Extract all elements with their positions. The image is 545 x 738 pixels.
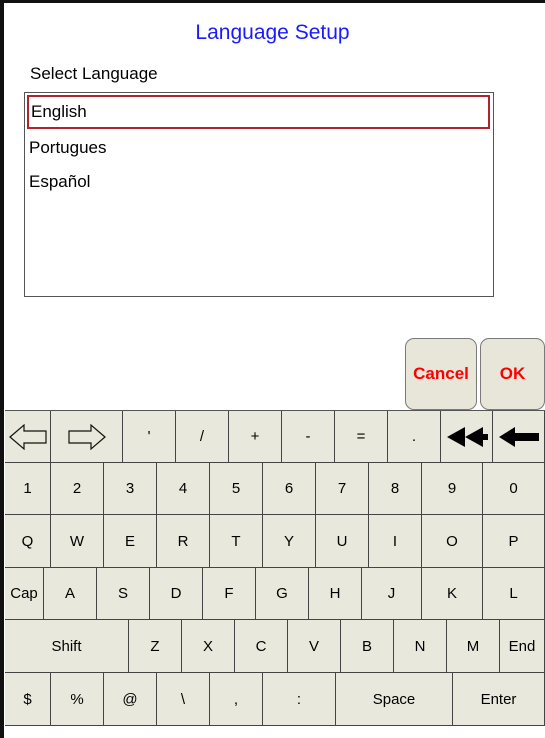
end-key[interactable]: End [500,620,545,673]
key-p[interactable]: P [483,515,545,568]
key-8[interactable]: 8 [369,463,422,515]
key-f[interactable]: F [203,568,256,620]
key-period[interactable]: . [388,411,441,463]
key-q[interactable]: Q [5,515,51,568]
key-minus[interactable]: - [282,411,335,463]
caps-lock-key[interactable]: Cap [5,568,44,620]
language-item-portugues[interactable]: Portugues [27,131,490,165]
key-0[interactable]: 0 [483,463,545,515]
key-slash[interactable]: / [176,411,229,463]
key-e[interactable]: E [104,515,157,568]
window-border-top [0,0,545,3]
key-h[interactable]: H [309,568,362,620]
key-colon[interactable]: : [263,673,336,726]
page-title: Language Setup [195,21,350,44]
key-a[interactable]: A [44,568,97,620]
outline-left-arrow-icon [8,423,47,450]
key-k[interactable]: K [422,568,483,620]
backspace-key[interactable] [493,411,545,463]
key-equals[interactable]: = [335,411,388,463]
key-b[interactable]: B [341,620,394,673]
key-c[interactable]: C [235,620,288,673]
cursor-right-key[interactable] [51,411,123,463]
key-9[interactable]: 9 [422,463,483,515]
key-t[interactable]: T [210,515,263,568]
language-list[interactable]: English Portugues Español [24,92,494,297]
key-4[interactable]: 4 [157,463,210,515]
key-j[interactable]: J [362,568,422,620]
key-x[interactable]: X [182,620,235,673]
key-dollar[interactable]: $ [5,673,51,726]
key-o[interactable]: O [422,515,483,568]
cursor-left-key[interactable] [5,411,51,463]
language-item-espanol[interactable]: Español [27,165,490,199]
key-3[interactable]: 3 [104,463,157,515]
key-2[interactable]: 2 [51,463,104,515]
window-border-left [0,0,4,738]
key-u[interactable]: U [316,515,369,568]
key-i[interactable]: I [369,515,422,568]
select-language-label: Select Language [30,64,158,83]
key-w[interactable]: W [51,515,104,568]
key-7[interactable]: 7 [316,463,369,515]
key-plus[interactable]: + [229,411,282,463]
key-apostrophe[interactable]: ' [123,411,176,463]
shift-key[interactable]: Shift [5,620,129,673]
cancel-button[interactable]: Cancel [405,338,477,410]
key-l[interactable]: L [483,568,545,620]
key-6[interactable]: 6 [263,463,316,515]
key-comma[interactable]: , [210,673,263,726]
ok-button[interactable]: OK [480,338,545,410]
double-left-arrow-icon [446,426,488,447]
key-n[interactable]: N [394,620,447,673]
key-y[interactable]: Y [263,515,316,568]
space-key[interactable]: Space [336,673,453,726]
key-d[interactable]: D [150,568,203,620]
key-at[interactable]: @ [104,673,157,726]
clear-all-key[interactable] [441,411,493,463]
key-g[interactable]: G [256,568,309,620]
enter-key[interactable]: Enter [453,673,545,726]
key-5[interactable]: 5 [210,463,263,515]
key-s[interactable]: S [97,568,150,620]
key-v[interactable]: V [288,620,341,673]
key-backslash[interactable]: \ [157,673,210,726]
key-1[interactable]: 1 [5,463,51,515]
outline-right-arrow-icon [67,423,106,450]
language-item-english[interactable]: English [27,95,490,129]
key-z[interactable]: Z [129,620,182,673]
on-screen-keyboard: ' / + - = . 1 2 3 4 5 6 7 8 9 0 Q W E R … [5,410,545,726]
backspace-arrow-icon [498,426,539,447]
key-percent[interactable]: % [51,673,104,726]
key-m[interactable]: M [447,620,500,673]
key-r[interactable]: R [157,515,210,568]
